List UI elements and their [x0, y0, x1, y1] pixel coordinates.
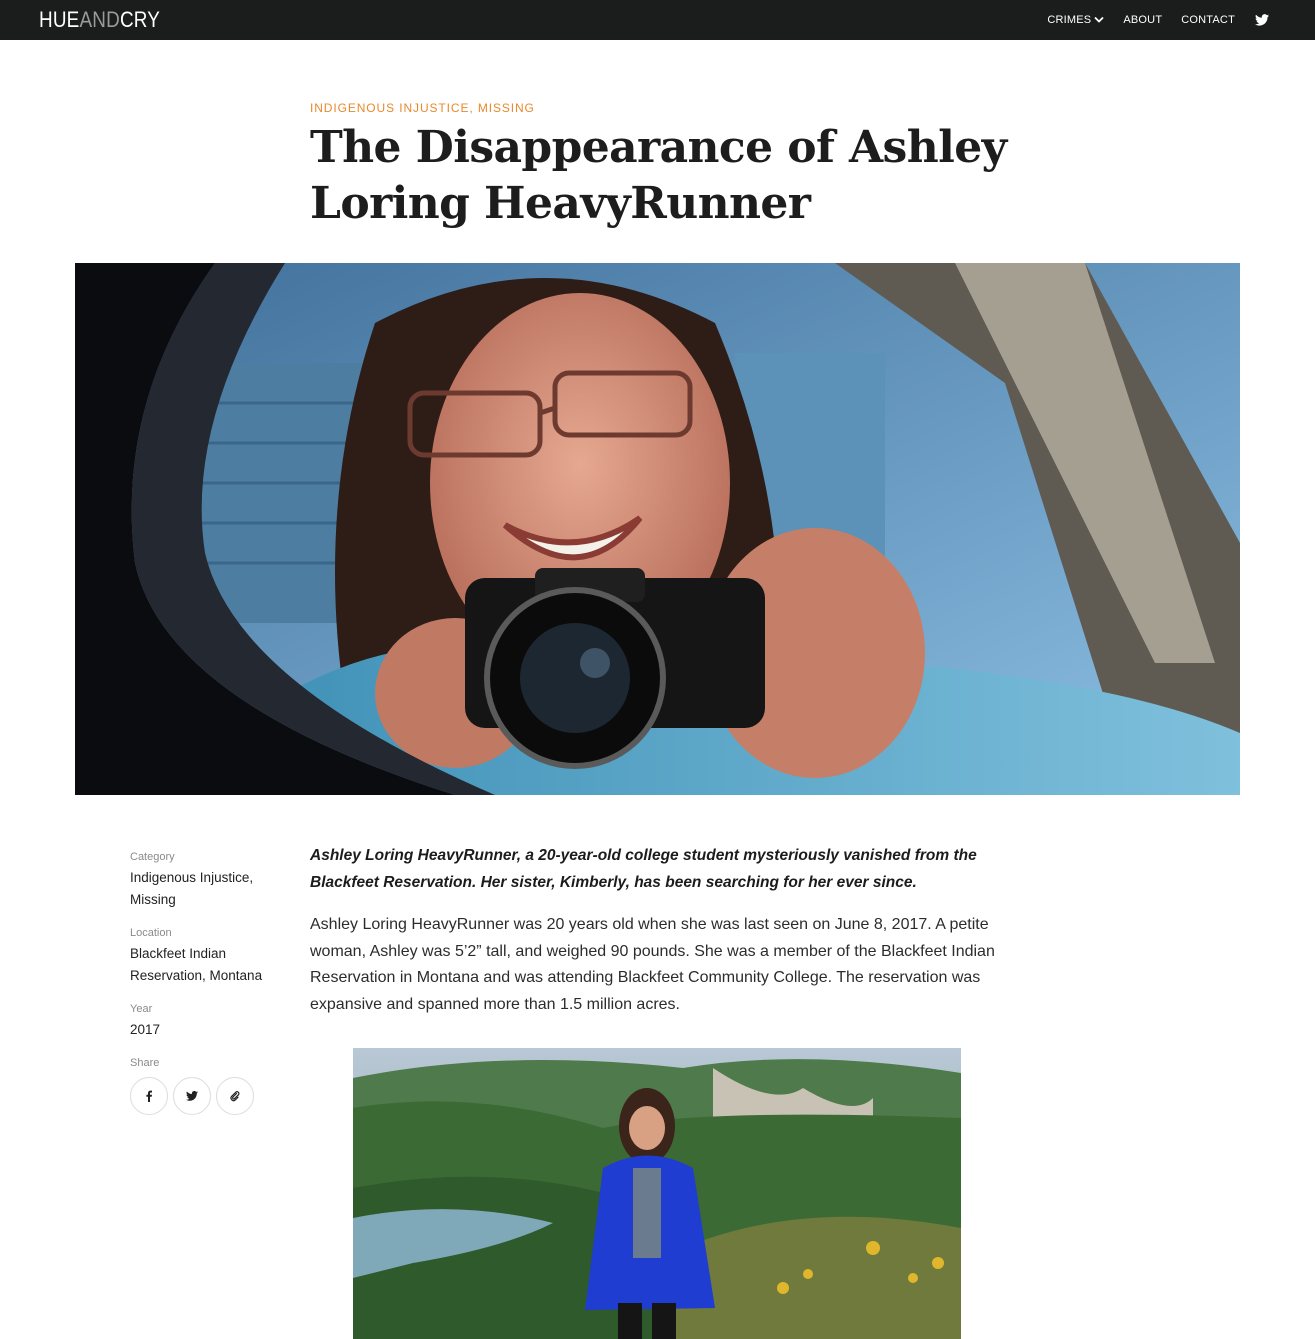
chevron-down-icon	[1094, 16, 1104, 23]
site-logo[interactable]: HUEANDCRY	[39, 8, 160, 32]
category-value[interactable]: Indigenous Injustice, Missing	[130, 867, 290, 911]
nav-crimes[interactable]: CRIMES	[1047, 14, 1104, 26]
article-photo	[353, 1048, 961, 1339]
meta-category: Category Indigenous Injustice, Missing	[130, 849, 290, 911]
nav-contact-label: CONTACT	[1181, 14, 1235, 26]
twitter-icon	[186, 1091, 198, 1101]
year-value: 2017	[130, 1022, 161, 1037]
share-link-button[interactable]	[216, 1077, 254, 1115]
category-label: Category	[130, 851, 175, 863]
twitter-icon[interactable]	[1255, 14, 1269, 26]
meta-location: Location Blackfeet Indian Reservation, M…	[130, 925, 290, 987]
link-icon	[230, 1091, 240, 1102]
share-label: Share	[130, 1057, 160, 1069]
nav-about[interactable]: ABOUT	[1123, 14, 1162, 26]
year-label: Year	[130, 1003, 153, 1015]
nav-about-label: ABOUT	[1123, 14, 1163, 26]
meta-year: Year 2017	[130, 1001, 290, 1041]
article-lede: Ashley Loring HeavyRunner, a 20-year-old…	[310, 847, 977, 891]
meta-share: Share	[130, 1055, 290, 1115]
location-label: Location	[130, 927, 172, 939]
article-title: The Disappearance of Ashley Loring Heavy…	[310, 122, 1007, 229]
site-header: HUEANDCRY CRIMES ABOUT CONTACT	[0, 0, 1315, 40]
location-value: Blackfeet Indian Reservation, Montana	[130, 946, 263, 983]
logo-cry: CRY	[119, 7, 161, 32]
hero-image	[75, 263, 1240, 795]
logo-and: AND	[79, 7, 120, 32]
nav-crimes-label: CRIMES	[1047, 14, 1092, 26]
facebook-icon	[146, 1090, 152, 1102]
logo-hue: HUE	[39, 7, 80, 32]
article-paragraph: Ashley Loring HeavyRunner was 20 years o…	[310, 916, 995, 1013]
share-buttons	[130, 1077, 290, 1115]
article-categories[interactable]: INDIGENOUS INJUSTICE, MISSING	[310, 101, 535, 115]
share-facebook-button[interactable]	[130, 1077, 168, 1115]
main-nav: CRIMES ABOUT CONTACT	[1028, 0, 1269, 40]
nav-contact[interactable]: CONTACT	[1181, 14, 1235, 26]
article-meta: Category Indigenous Injustice, Missing L…	[130, 849, 290, 1129]
share-twitter-button[interactable]	[173, 1077, 211, 1115]
